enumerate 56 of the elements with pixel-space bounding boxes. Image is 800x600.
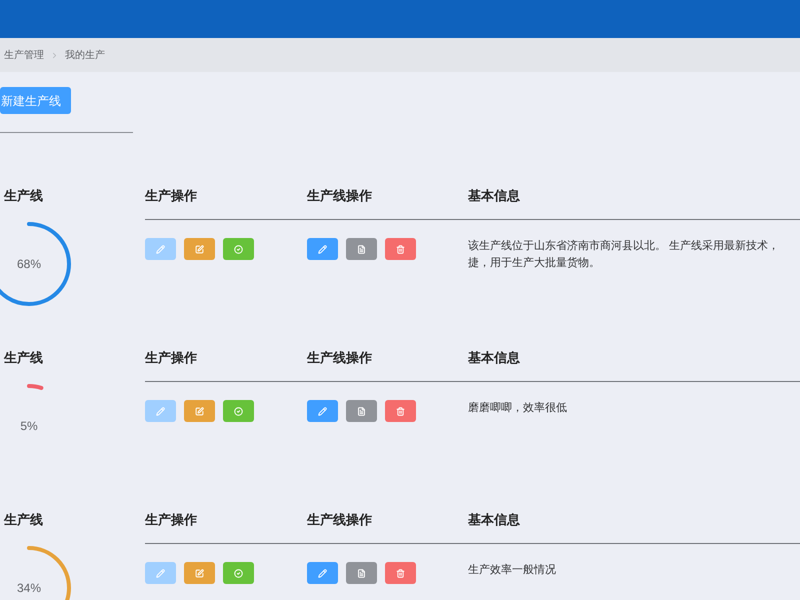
pencil-icon xyxy=(156,406,165,416)
info-text: 该生产线位于山东省济南市商河县以北。 生产线采用最新技术， xyxy=(468,238,780,254)
edit-icon xyxy=(195,568,204,578)
column-header: 生产线操作 xyxy=(307,349,373,367)
modify-button[interactable] xyxy=(184,562,215,584)
info-text: 生产效率一般情况 xyxy=(468,562,557,578)
confirm-button[interactable] xyxy=(223,562,254,584)
pencil-icon xyxy=(318,568,327,578)
column-header: 生产操作 xyxy=(145,511,198,529)
column-header: 基本信息 xyxy=(468,187,521,205)
edit-icon xyxy=(195,244,204,254)
column-header: 基本信息 xyxy=(468,349,521,367)
delete-button[interactable] xyxy=(385,238,416,260)
pencil-icon xyxy=(156,568,165,578)
document-button[interactable] xyxy=(346,400,377,422)
pencil-icon xyxy=(318,406,327,416)
column-header: 生产线操作 xyxy=(307,187,373,205)
document-button[interactable] xyxy=(346,238,377,260)
check-circle-icon xyxy=(234,406,243,416)
column-header: 生产操作 xyxy=(145,349,198,367)
progress-percent: 34% xyxy=(16,580,42,597)
delete-button[interactable] xyxy=(385,562,416,584)
document-button[interactable] xyxy=(346,562,377,584)
modify-button[interactable] xyxy=(184,238,215,260)
check-circle-icon xyxy=(234,568,243,578)
column-header: 生产线操作 xyxy=(307,511,373,529)
info-text: 捷，用于生产大批量货物。 xyxy=(468,256,601,271)
pencil-icon xyxy=(318,244,327,254)
section-title: 生产线 xyxy=(2,349,44,367)
section-title: 生产线 xyxy=(2,187,44,205)
edit-button[interactable] xyxy=(307,238,338,260)
confirm-button[interactable] xyxy=(223,400,254,422)
breadcrumb-item[interactable]: 我的生产 xyxy=(65,48,105,62)
delete-button[interactable] xyxy=(385,400,416,422)
chevron-icon xyxy=(50,50,59,60)
info-text: 磨磨唧唧，效率很低 xyxy=(468,400,568,416)
check-circle-icon xyxy=(234,244,243,254)
document-icon xyxy=(357,406,366,416)
document-icon xyxy=(357,568,366,578)
column-header: 基本信息 xyxy=(468,511,521,529)
column-header: 生产操作 xyxy=(145,187,198,205)
trash-icon xyxy=(396,244,405,254)
progress-percent: 68% xyxy=(16,256,42,273)
pencil-icon xyxy=(156,244,165,254)
progress-percent: 5% xyxy=(19,418,39,435)
trash-icon xyxy=(396,568,405,578)
breadcrumb-item[interactable]: 生产管理 xyxy=(4,48,44,62)
new-line-button[interactable]: 新建生产线 xyxy=(0,87,71,114)
modify-button[interactable] xyxy=(184,400,215,422)
document-icon xyxy=(357,244,366,254)
edit-button[interactable] xyxy=(307,562,338,584)
edit-button[interactable] xyxy=(307,400,338,422)
section-title: 生产线 xyxy=(2,511,44,529)
trash-icon xyxy=(396,406,405,416)
confirm-button[interactable] xyxy=(223,238,254,260)
edit-icon xyxy=(195,406,204,416)
